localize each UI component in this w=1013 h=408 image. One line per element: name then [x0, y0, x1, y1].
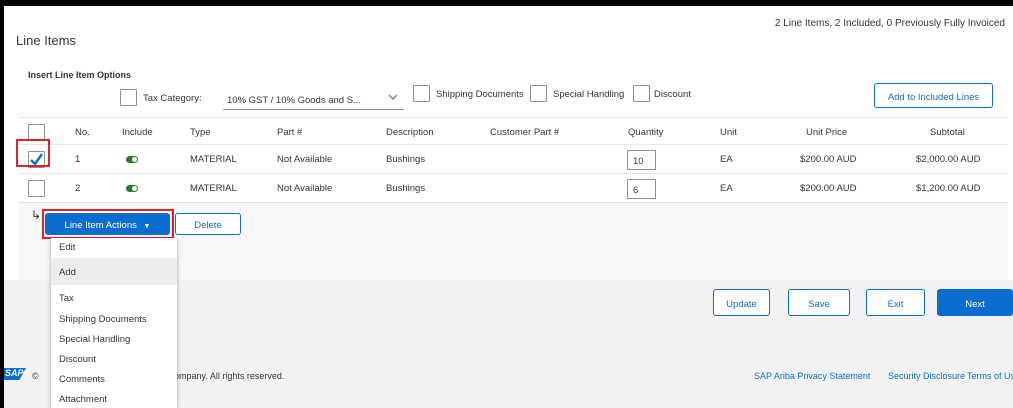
row-checkbox[interactable] — [28, 180, 45, 197]
chevron-down-icon — [388, 93, 398, 103]
discount-label: Discount — [654, 89, 691, 100]
table-row[interactable]: 2 MATERIAL Not Available Bushings 6 EA $… — [18, 174, 1008, 203]
line-item-actions-menu: Edit Add Tax Shipping Documents Special … — [51, 238, 177, 408]
row-unit-price: $200.00 AUD — [800, 154, 857, 165]
copyright-text: ompany. All rights reserved. — [174, 371, 285, 381]
menu-item-tax[interactable]: Tax — [51, 293, 177, 304]
terms-link[interactable]: Terms of Use — [967, 371, 1013, 381]
menu-item-edit[interactable]: Edit — [51, 242, 177, 253]
col-type: Type — [190, 127, 211, 138]
shipping-documents-label: Shipping Documents — [436, 89, 524, 100]
row-no: 2 — [75, 183, 81, 194]
line-items-summary: 2 Line Items, 2 Included, 0 Previously F… — [774, 18, 1005, 29]
security-link[interactable]: Security Disclosure — [888, 371, 965, 381]
actions-highlight — [42, 209, 174, 239]
save-button[interactable]: Save — [788, 289, 850, 316]
next-button[interactable]: Next — [937, 289, 1013, 316]
row-unit: EA — [720, 183, 733, 194]
delete-button[interactable]: Delete — [175, 213, 241, 235]
menu-item-shipping-documents[interactable]: Shipping Documents — [51, 314, 177, 325]
row-unit-price: $200.00 AUD — [800, 183, 857, 194]
row-description: Bushings — [386, 154, 426, 165]
tax-category-value: 10% GST / 10% Goods and S... — [227, 95, 361, 106]
insert-options-title: Insert Line Item Options — [28, 70, 132, 80]
menu-item-special-handling[interactable]: Special Handling — [51, 334, 177, 345]
row-description: Bushings — [386, 183, 426, 194]
tax-category-select[interactable]: 10% GST / 10% Goods and S... — [223, 88, 404, 110]
include-toggle-icon[interactable] — [126, 185, 138, 192]
shipping-documents-checkbox[interactable] — [413, 85, 430, 102]
row-subtotal: $2,000.00 AUD — [916, 154, 981, 165]
page-title: Line Items — [16, 33, 76, 48]
col-unit: Unit — [720, 127, 737, 138]
privacy-link[interactable]: SAP Ariba Privacy Statement — [754, 371, 870, 381]
col-include: Include — [122, 127, 153, 138]
exit-button[interactable]: Exit — [866, 289, 925, 316]
include-toggle-icon[interactable] — [126, 156, 138, 163]
special-handling-label: Special Handling — [553, 89, 625, 100]
row-subtotal: $1,200.00 AUD — [916, 183, 981, 194]
quantity-input[interactable]: 6 — [627, 179, 656, 199]
menu-item-attachment[interactable]: Attachment — [51, 394, 177, 405]
col-quantity: Quantity — [628, 127, 664, 138]
update-button[interactable]: Update — [713, 289, 770, 316]
col-part: Part # — [277, 127, 303, 138]
special-handling-checkbox[interactable] — [530, 85, 547, 102]
row-unit: EA — [720, 154, 733, 165]
sap-logo: SAP — [4, 368, 26, 380]
tax-category-label: Tax Category: — [143, 93, 202, 104]
table-row[interactable]: 1 MATERIAL Not Available Bushings 10 EA … — [18, 145, 1008, 174]
add-to-included-lines-button[interactable]: Add to Included Lines — [874, 83, 993, 108]
menu-item-discount[interactable]: Discount — [51, 354, 177, 365]
col-unit-price: Unit Price — [806, 127, 848, 138]
row-type: MATERIAL — [190, 154, 237, 165]
row-no: 1 — [75, 154, 81, 165]
menu-item-comments[interactable]: Comments — [51, 374, 177, 385]
page-frame: 2 Line Items, 2 Included, 0 Previously F… — [4, 6, 1013, 408]
col-no: No. — [75, 127, 90, 138]
checkbox-highlight — [16, 139, 50, 167]
discount-checkbox[interactable] — [633, 85, 650, 102]
table-header: No. Include Type Part # Description Cust… — [18, 117, 1008, 145]
menu-section-add: Add — [51, 258, 177, 285]
col-customer-part: Customer Part # — [490, 127, 560, 138]
col-subtotal: Subtotal — [930, 127, 965, 138]
col-description: Description — [386, 127, 434, 138]
copyright-symbol: © — [32, 371, 39, 381]
arrow-icon: ↳ — [31, 208, 42, 222]
quantity-input[interactable]: 10 — [627, 150, 656, 170]
row-part: Not Available — [277, 183, 333, 194]
row-part: Not Available — [277, 154, 333, 165]
tax-category-checkbox[interactable] — [120, 89, 137, 106]
row-type: MATERIAL — [190, 183, 237, 194]
